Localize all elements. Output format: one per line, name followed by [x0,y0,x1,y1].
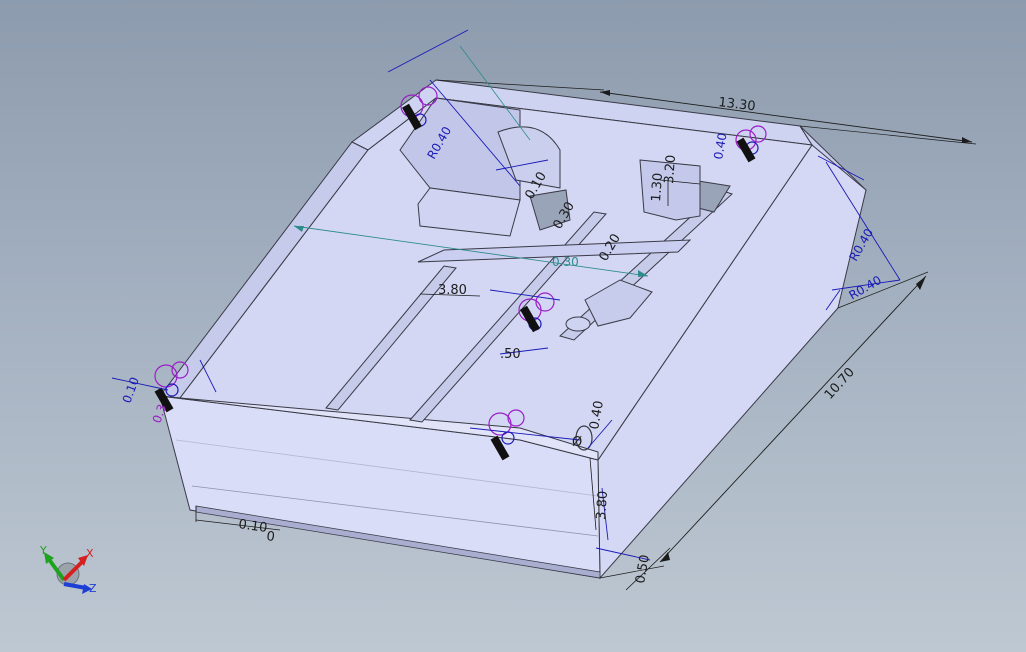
dim-overall-width[interactable]: 10.70 [822,365,858,403]
triad-x-label: X [86,547,94,560]
dim-fillet-right-b[interactable]: R0.40 [847,273,884,303]
dim-corner-depth[interactable]: 0.10 [120,375,142,405]
cad-model-view[interactable]: 13.30 10.70 3.80 3.20 1.30 0.30 0.10 0.2… [0,0,1026,652]
graphics-viewport[interactable]: 13.30 10.70 3.80 3.20 1.30 0.30 0.10 0.2… [0,0,1026,652]
dim-top-pocket-width[interactable]: 1.30 [649,172,666,202]
dim-hole-label[interactable]: Ø [572,435,582,450]
dim-overall-length[interactable]: 13.30 [718,95,757,114]
dim-center-offset[interactable]: .50 [500,347,521,362]
dim-front-left-offset[interactable]: 0.10 [237,517,268,536]
box-part[interactable] [159,79,867,580]
dim-front-height[interactable]: 3.80 [594,490,611,520]
dim-inner-wall[interactable]: 3.80 [438,283,467,298]
reference-triad[interactable]: Y X Z [39,544,97,595]
triad-z-axis [63,582,87,590]
dim-teal-span[interactable]: 0.30 [552,255,579,269]
triad-z-label: Z [89,582,97,595]
dim-bottom-left-tick[interactable]: 0 [265,529,275,545]
dim-front-offset[interactable]: 0.50 [633,554,653,585]
triad-y-label: Y [39,544,47,557]
center-boss[interactable] [565,316,591,332]
